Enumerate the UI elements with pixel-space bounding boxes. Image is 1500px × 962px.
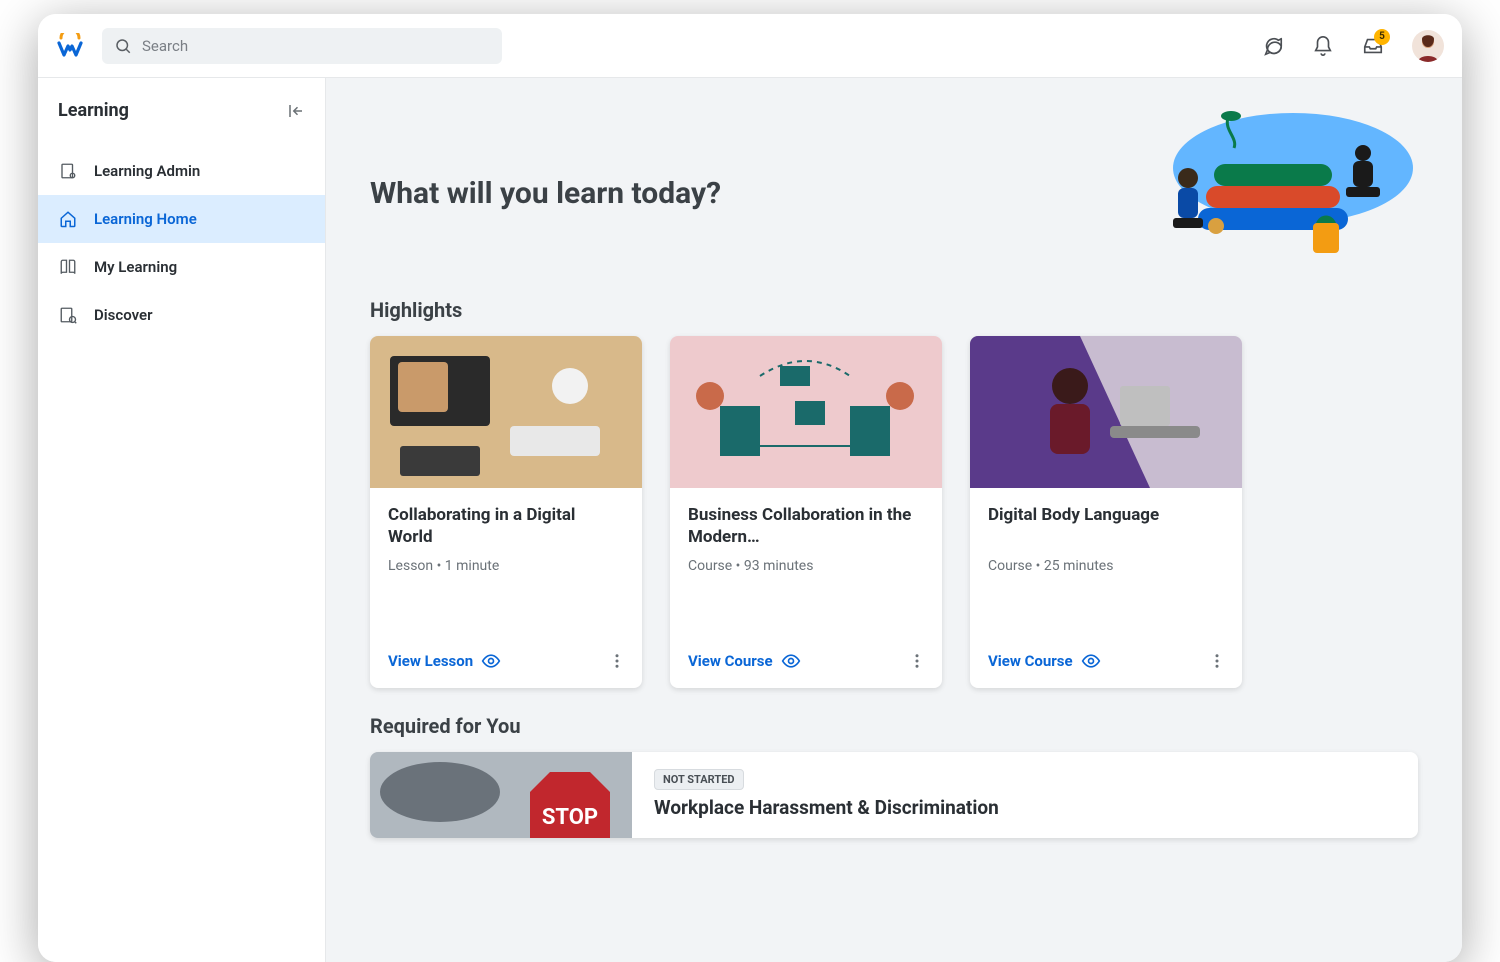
search-wrap <box>102 28 502 64</box>
book-icon <box>58 257 78 277</box>
chat-icon[interactable] <box>1262 35 1284 57</box>
more-icon[interactable] <box>1204 648 1230 674</box>
sidebar-item-learning-home[interactable]: Learning Home <box>38 195 325 243</box>
home-icon <box>58 209 78 229</box>
eye-icon <box>1081 651 1101 671</box>
card-title: Digital Body Language <box>988 504 1224 548</box>
page-title: What will you learn today? <box>370 176 721 211</box>
sidebar-title: Learning <box>58 100 129 121</box>
card-thumbnail <box>370 336 642 488</box>
section-required: Required for You <box>370 714 1418 738</box>
eye-icon <box>481 651 501 671</box>
action-label: View Course <box>988 652 1073 670</box>
sidebar-item-discover[interactable]: Discover <box>38 291 325 339</box>
highlights-cards: Collaborating in a Digital World Lesson … <box>370 336 1418 688</box>
inbox-badge: 5 <box>1374 29 1390 45</box>
inbox-icon[interactable]: 5 <box>1362 35 1384 57</box>
sidebar-item-label: My Learning <box>94 258 177 276</box>
view-course-link[interactable]: View Course <box>988 651 1101 671</box>
logo[interactable] <box>56 32 84 60</box>
discover-icon <box>58 305 78 325</box>
course-card[interactable]: Business Collaboration in the Modern… Co… <box>670 336 942 688</box>
required-thumbnail: STOP <box>370 752 632 838</box>
collapse-icon[interactable] <box>287 102 305 120</box>
card-thumbnail <box>970 336 1242 488</box>
eye-icon <box>781 651 801 671</box>
admin-icon <box>58 161 78 181</box>
action-label: View Lesson <box>388 652 473 670</box>
course-card[interactable]: Digital Body Language Course • 25 minute… <box>970 336 1242 688</box>
sidebar-item-my-learning[interactable]: My Learning <box>38 243 325 291</box>
avatar[interactable] <box>1412 30 1444 62</box>
sidebar-item-label: Discover <box>94 306 152 324</box>
more-icon[interactable] <box>604 648 630 674</box>
hero-illustration <box>1128 108 1418 278</box>
course-card[interactable]: Collaborating in a Digital World Lesson … <box>370 336 642 688</box>
card-meta: Lesson • 1 minute <box>388 558 624 574</box>
more-icon[interactable] <box>904 648 930 674</box>
card-title: Business Collaboration in the Modern… <box>688 504 924 548</box>
sidebar: Learning Learning Admin Learning Home <box>38 78 326 962</box>
card-meta: Course • 93 minutes <box>688 558 924 574</box>
search-input[interactable] <box>102 28 502 64</box>
view-lesson-link[interactable]: View Lesson <box>388 651 501 671</box>
bell-icon[interactable] <box>1312 35 1334 57</box>
topbar-actions: 5 <box>1262 30 1444 62</box>
main: What will you learn today? <box>326 78 1462 962</box>
status-badge: NOT STARTED <box>654 769 744 790</box>
search-icon <box>114 37 132 55</box>
topbar: 5 <box>38 14 1462 78</box>
required-title: Workplace Harassment & Discrimination <box>654 796 1396 819</box>
svg-text:STOP: STOP <box>542 805 598 830</box>
card-meta: Course • 25 minutes <box>988 558 1224 574</box>
required-card[interactable]: STOP NOT STARTED Workplace Harassment & … <box>370 752 1418 838</box>
card-thumbnail <box>670 336 942 488</box>
action-label: View Course <box>688 652 773 670</box>
sidebar-item-label: Learning Admin <box>94 162 200 180</box>
view-course-link[interactable]: View Course <box>688 651 801 671</box>
card-title: Collaborating in a Digital World <box>388 504 624 548</box>
section-highlights: Highlights <box>370 298 1418 322</box>
sidebar-item-label: Learning Home <box>94 210 197 228</box>
sidebar-item-learning-admin[interactable]: Learning Admin <box>38 147 325 195</box>
